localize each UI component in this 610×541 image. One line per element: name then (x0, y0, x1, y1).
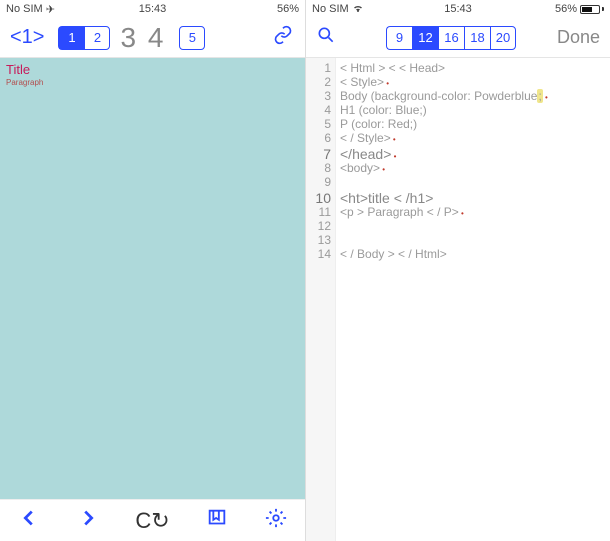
font-size-segment: 9 12 16 18 20 (386, 26, 516, 50)
font-12[interactable]: 12 (412, 26, 438, 50)
code-line[interactable]: </head> • (340, 146, 606, 162)
wifi-icon (352, 3, 364, 16)
status-bar-right: No SIM 15:43 56% (306, 0, 610, 18)
preview-toolbar: <1> 1 2 3 4 5 (0, 18, 305, 58)
code-line[interactable]: P (color: Red;) (340, 118, 606, 132)
preview-title: Title (6, 62, 299, 77)
carrier-label: No SIM (312, 3, 349, 15)
line-number: 8 (306, 162, 331, 176)
clock: 15:43 (139, 3, 167, 15)
line-number: 1 (306, 62, 331, 76)
code-line[interactable]: <body> • (340, 162, 606, 176)
line-number: 11 (306, 206, 331, 220)
tag-button[interactable]: <1> (6, 26, 48, 49)
line-number: 9 (306, 176, 331, 190)
line-number: 7 (306, 146, 331, 162)
code-line[interactable]: < / Body > < / Html> (340, 248, 606, 262)
editor-toolbar: 9 12 16 18 20 Done (306, 18, 610, 58)
done-button[interactable]: Done (557, 27, 604, 48)
left-segment-2: 5 (179, 26, 205, 50)
code-line[interactable]: < Html > < < Head> (340, 62, 606, 76)
line-number: 4 (306, 104, 331, 118)
code-line[interactable]: Body (background-color: Powderblue; • (340, 90, 606, 104)
line-number: 10 (306, 190, 331, 206)
line-number: 5 (306, 118, 331, 132)
code-line[interactable]: <ht>title < /h1> (340, 190, 606, 206)
line-number: 2 (306, 76, 331, 90)
airplane-icon: ✈ (46, 3, 55, 16)
code-line[interactable]: <p > Paragraph < / P> • (340, 206, 606, 220)
clock: 15:43 (444, 3, 472, 15)
code-editor[interactable]: 1234567891011121314 < Html > < < Head>< … (306, 58, 610, 541)
line-gutter: 1234567891011121314 (306, 58, 336, 541)
code-line[interactable]: H1 (color: Blue;) (340, 104, 606, 118)
refresh-icon[interactable]: C↻ (135, 508, 169, 534)
settings-icon[interactable] (265, 507, 287, 534)
left-segment: 1 2 (58, 26, 110, 50)
line-number: 12 (306, 220, 331, 234)
back-icon[interactable] (18, 507, 40, 534)
forward-icon[interactable] (77, 507, 99, 534)
code-line[interactable]: < Style> • (340, 76, 606, 90)
code-line[interactable] (340, 234, 606, 248)
code-lines[interactable]: < Html > < < Head>< Style> •Body (backgr… (336, 58, 610, 541)
font-20[interactable]: 20 (490, 26, 516, 50)
line-number: 14 (306, 248, 331, 262)
seg-btn-2[interactable]: 2 (84, 26, 110, 50)
editor-pane: No SIM 15:43 56% 9 12 16 18 20 Done 1234… (305, 0, 610, 541)
seg-btn-1[interactable]: 1 (58, 26, 84, 50)
code-line[interactable] (340, 176, 606, 190)
font-18[interactable]: 18 (464, 26, 490, 50)
html-preview: Title Paragraph (0, 58, 305, 499)
battery-icon (580, 5, 604, 14)
font-9[interactable]: 9 (386, 26, 412, 50)
line-number: 13 (306, 234, 331, 248)
line-number: 6 (306, 132, 331, 146)
bookmarks-icon[interactable] (206, 507, 228, 534)
line-number: 3 (306, 90, 331, 104)
heading-size-display: 3 4 (120, 22, 165, 54)
preview-pane: No SIM ✈ 15:43 56% <1> 1 2 3 4 5 Title P… (0, 0, 305, 541)
code-line[interactable]: < / Style> • (340, 132, 606, 146)
carrier-label: No SIM (6, 3, 43, 15)
font-16[interactable]: 16 (438, 26, 464, 50)
status-bar-left: No SIM ✈ 15:43 56% (0, 0, 305, 18)
battery-percent: 56% (555, 3, 577, 15)
code-line[interactable] (340, 220, 606, 234)
bottom-toolbar: C↻ (0, 499, 305, 541)
search-icon[interactable] (312, 25, 340, 50)
preview-paragraph: Paragraph (6, 78, 299, 87)
battery-percent: 56% (277, 3, 299, 15)
seg-btn-5[interactable]: 5 (179, 26, 205, 50)
link-icon[interactable] (273, 25, 293, 50)
